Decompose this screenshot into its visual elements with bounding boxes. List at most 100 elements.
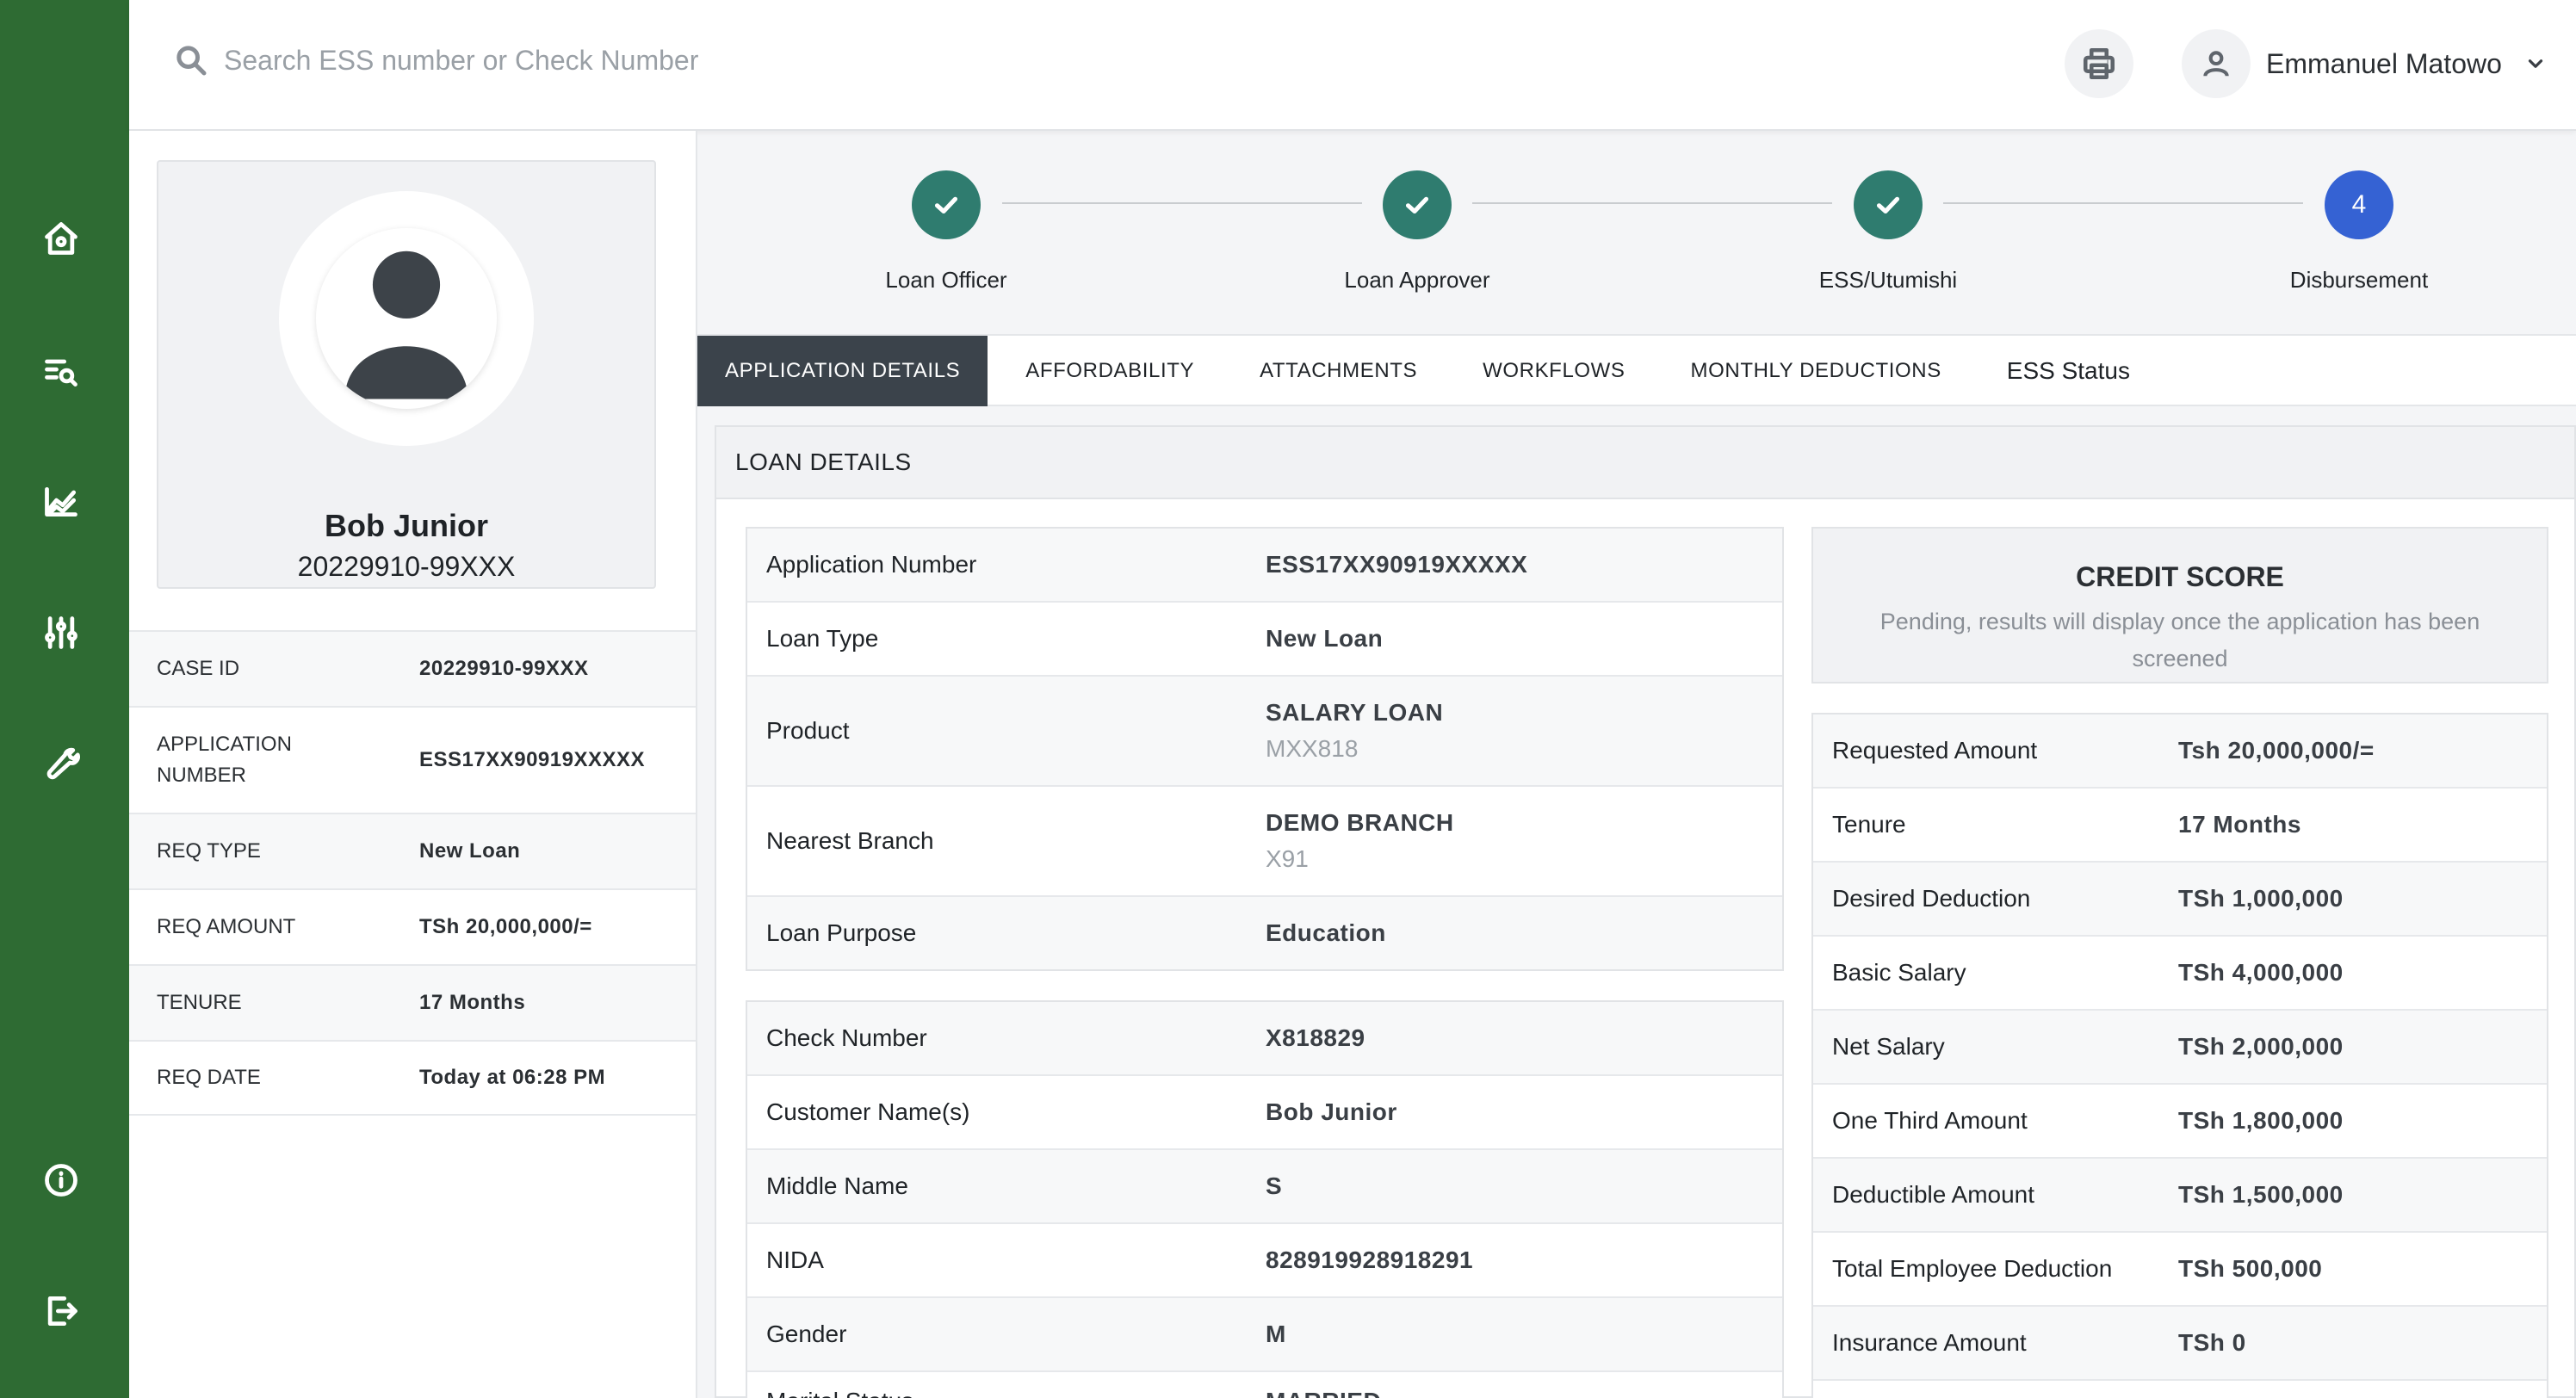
summary-row-req-type: REQ TYPE New Loan <box>129 813 696 888</box>
table-row: Marital Status MARRIED <box>747 1372 1782 1398</box>
row-value: M <box>1266 1321 1286 1347</box>
tab-ess-status[interactable]: ESS Status <box>1974 336 2163 406</box>
credit-score-status: Pending, results will display once the a… <box>1879 609 2480 671</box>
profile-card: Bob Junior 20229910-99XXX <box>157 160 656 589</box>
summary-value: New Loan <box>419 839 521 863</box>
table-row: Loan Type New Loan <box>747 603 1782 677</box>
row-value: TSh 1,000,000 <box>2178 885 2344 912</box>
summary-value: TSh 20,000,000/= <box>419 915 592 938</box>
row-label: NIDA <box>766 1246 824 1273</box>
user-name: Emmanuel Matowo <box>2266 47 2502 79</box>
table-row: Deductible Amount TSh 1,500,000 <box>1813 1159 2547 1233</box>
list-search-icon[interactable] <box>38 348 84 394</box>
row-label: Basic Salary <box>1832 959 1966 986</box>
wrench-icon[interactable] <box>38 740 84 787</box>
row-label: One Third Amount <box>1832 1107 2028 1134</box>
summary-label: REQ TYPE <box>157 839 261 863</box>
table-row: NIDA 828919928918291 <box>747 1224 1782 1298</box>
row-label: Nearest Branch <box>766 827 934 854</box>
tab-application-details[interactable]: APPLICATION DETAILS <box>697 336 988 406</box>
summary-row-case-id: CASE ID 20229910-99XXX <box>129 630 696 706</box>
row-value: New Loan <box>1266 625 1384 652</box>
step-connector <box>1472 202 1832 204</box>
step-connector <box>1002 202 1362 204</box>
tab-monthly-deductions[interactable]: MONTHLY DEDUCTIONS <box>1658 336 1974 406</box>
step-loan-approver[interactable] <box>1383 170 1452 239</box>
row-label: Middle Name <box>766 1172 908 1199</box>
profile-id: 20229910-99XXX <box>297 551 516 582</box>
avatar <box>279 191 534 446</box>
step-label: ESS/Utumishi <box>1818 267 1958 293</box>
step-disbursement[interactable]: 4 <box>2325 170 2393 239</box>
row-value: 828919928918291 <box>1266 1246 1474 1273</box>
sidebar <box>0 0 129 1398</box>
row-value: DEMO BRANCH X91 <box>1266 809 1454 873</box>
chevron-down-icon <box>2524 53 2547 75</box>
table-row: Nearest Branch DEMO BRANCH X91 <box>747 787 1782 897</box>
sliders-icon[interactable] <box>38 609 84 656</box>
workflow-stepper: Loan Officer Loan Approver ESS/Utumishi … <box>697 131 2576 334</box>
table-row: Middle Name S <box>747 1150 1782 1224</box>
row-value: 17 Months <box>2178 811 2301 838</box>
row-value: TSh 4,000,000 <box>2178 959 2344 986</box>
analytics-icon[interactable] <box>38 479 84 525</box>
row-label: Tenure <box>1832 811 1906 838</box>
row-label: Gender <box>766 1321 847 1347</box>
row-label: Requested Amount <box>1832 737 2038 764</box>
row-label: Marital Status <box>747 1388 1266 1398</box>
step-label: Disbursement <box>2289 267 2429 293</box>
person-icon <box>344 251 468 399</box>
summary-row-tenure: TENURE 17 Months <box>129 964 696 1040</box>
table-row: Basic Salary TSh 4,000,000 <box>1813 937 2547 1011</box>
table-row: Tenure 17 Months <box>1813 789 2547 863</box>
summary-label: TENURE <box>157 991 242 1014</box>
row-label: Total Employee Deduction <box>1832 1255 2113 1282</box>
row-value: MARRIED <box>1266 1388 1381 1398</box>
search-icon <box>174 43 208 77</box>
tab-workflows[interactable]: WORKFLOWS <box>1450 336 1657 406</box>
search-input[interactable] <box>224 38 999 83</box>
summary-table: CASE ID 20229910-99XXX APPLICATION NUMBE… <box>129 630 696 1116</box>
summary-label: REQ AMOUNT <box>157 915 296 938</box>
summary-value: ESS17XX90919XXXXX <box>419 748 646 771</box>
table-row: Total Employee Deduction TSh 500,000 <box>1813 1233 2547 1307</box>
row-label: Deductible Amount <box>1832 1181 2035 1208</box>
step-connector <box>1943 202 2303 204</box>
info-icon[interactable] <box>38 1157 84 1203</box>
check-icon <box>1405 196 1429 214</box>
summary-value: 17 Months <box>419 991 526 1014</box>
row-label: Loan Type <box>766 625 879 652</box>
logout-icon[interactable] <box>38 1288 84 1334</box>
row-label: Net Salary <box>1832 1033 1945 1060</box>
print-button[interactable] <box>2065 29 2133 98</box>
row-label: Insurance Amount <box>1832 1329 2027 1356</box>
row-label: Customer Name(s) <box>766 1098 970 1125</box>
user-icon <box>2182 29 2251 98</box>
user-menu[interactable]: Emmanuel Matowo <box>2182 28 2547 100</box>
row-value: Tsh 20,000,000/= <box>2178 737 2375 764</box>
summary-value: Today at 06:28 PM <box>419 1066 606 1089</box>
product-code: MXX818 <box>1266 735 1359 762</box>
row-value: X818829 <box>1266 1024 1365 1051</box>
step-ess-utumishi[interactable] <box>1854 170 1923 239</box>
table-row: Loan Purpose Education <box>747 897 1782 969</box>
tab-affordability[interactable]: AFFORDABILITY <box>988 336 1227 406</box>
loan-details-card: LOAN DETAILS Application Number ESS17XX9… <box>715 425 2576 1398</box>
home-icon[interactable] <box>38 215 84 262</box>
table-row: Product SALARY LOAN MXX818 <box>747 677 1782 787</box>
row-value: TSh 0 <box>2178 1329 2246 1356</box>
row-label: Application Number <box>766 551 977 578</box>
check-icon <box>1876 196 1900 214</box>
product-name: SALARY LOAN <box>1266 699 1444 726</box>
table-row: Check Number X818829 <box>747 1002 1782 1076</box>
tab-bar: APPLICATION DETAILS AFFORDABILITY ATTACH… <box>697 334 2576 406</box>
customer-details-table: Check Number X818829 Customer Name(s) Bo… <box>746 1000 1784 1398</box>
row-value: TSh 2,000,000 <box>2178 1033 2344 1060</box>
tab-attachments[interactable]: ATTACHMENTS <box>1227 336 1450 406</box>
summary-value: 20229910-99XXX <box>419 657 589 680</box>
topbar: Emmanuel Matowo <box>129 0 2576 131</box>
row-value: Bob Junior <box>1266 1098 1397 1125</box>
step-loan-officer[interactable] <box>912 170 981 239</box>
row-value: TSh 1,800,000 <box>2178 1107 2344 1134</box>
row-value: ESS17XX90919XXXXX <box>1266 551 1528 578</box>
